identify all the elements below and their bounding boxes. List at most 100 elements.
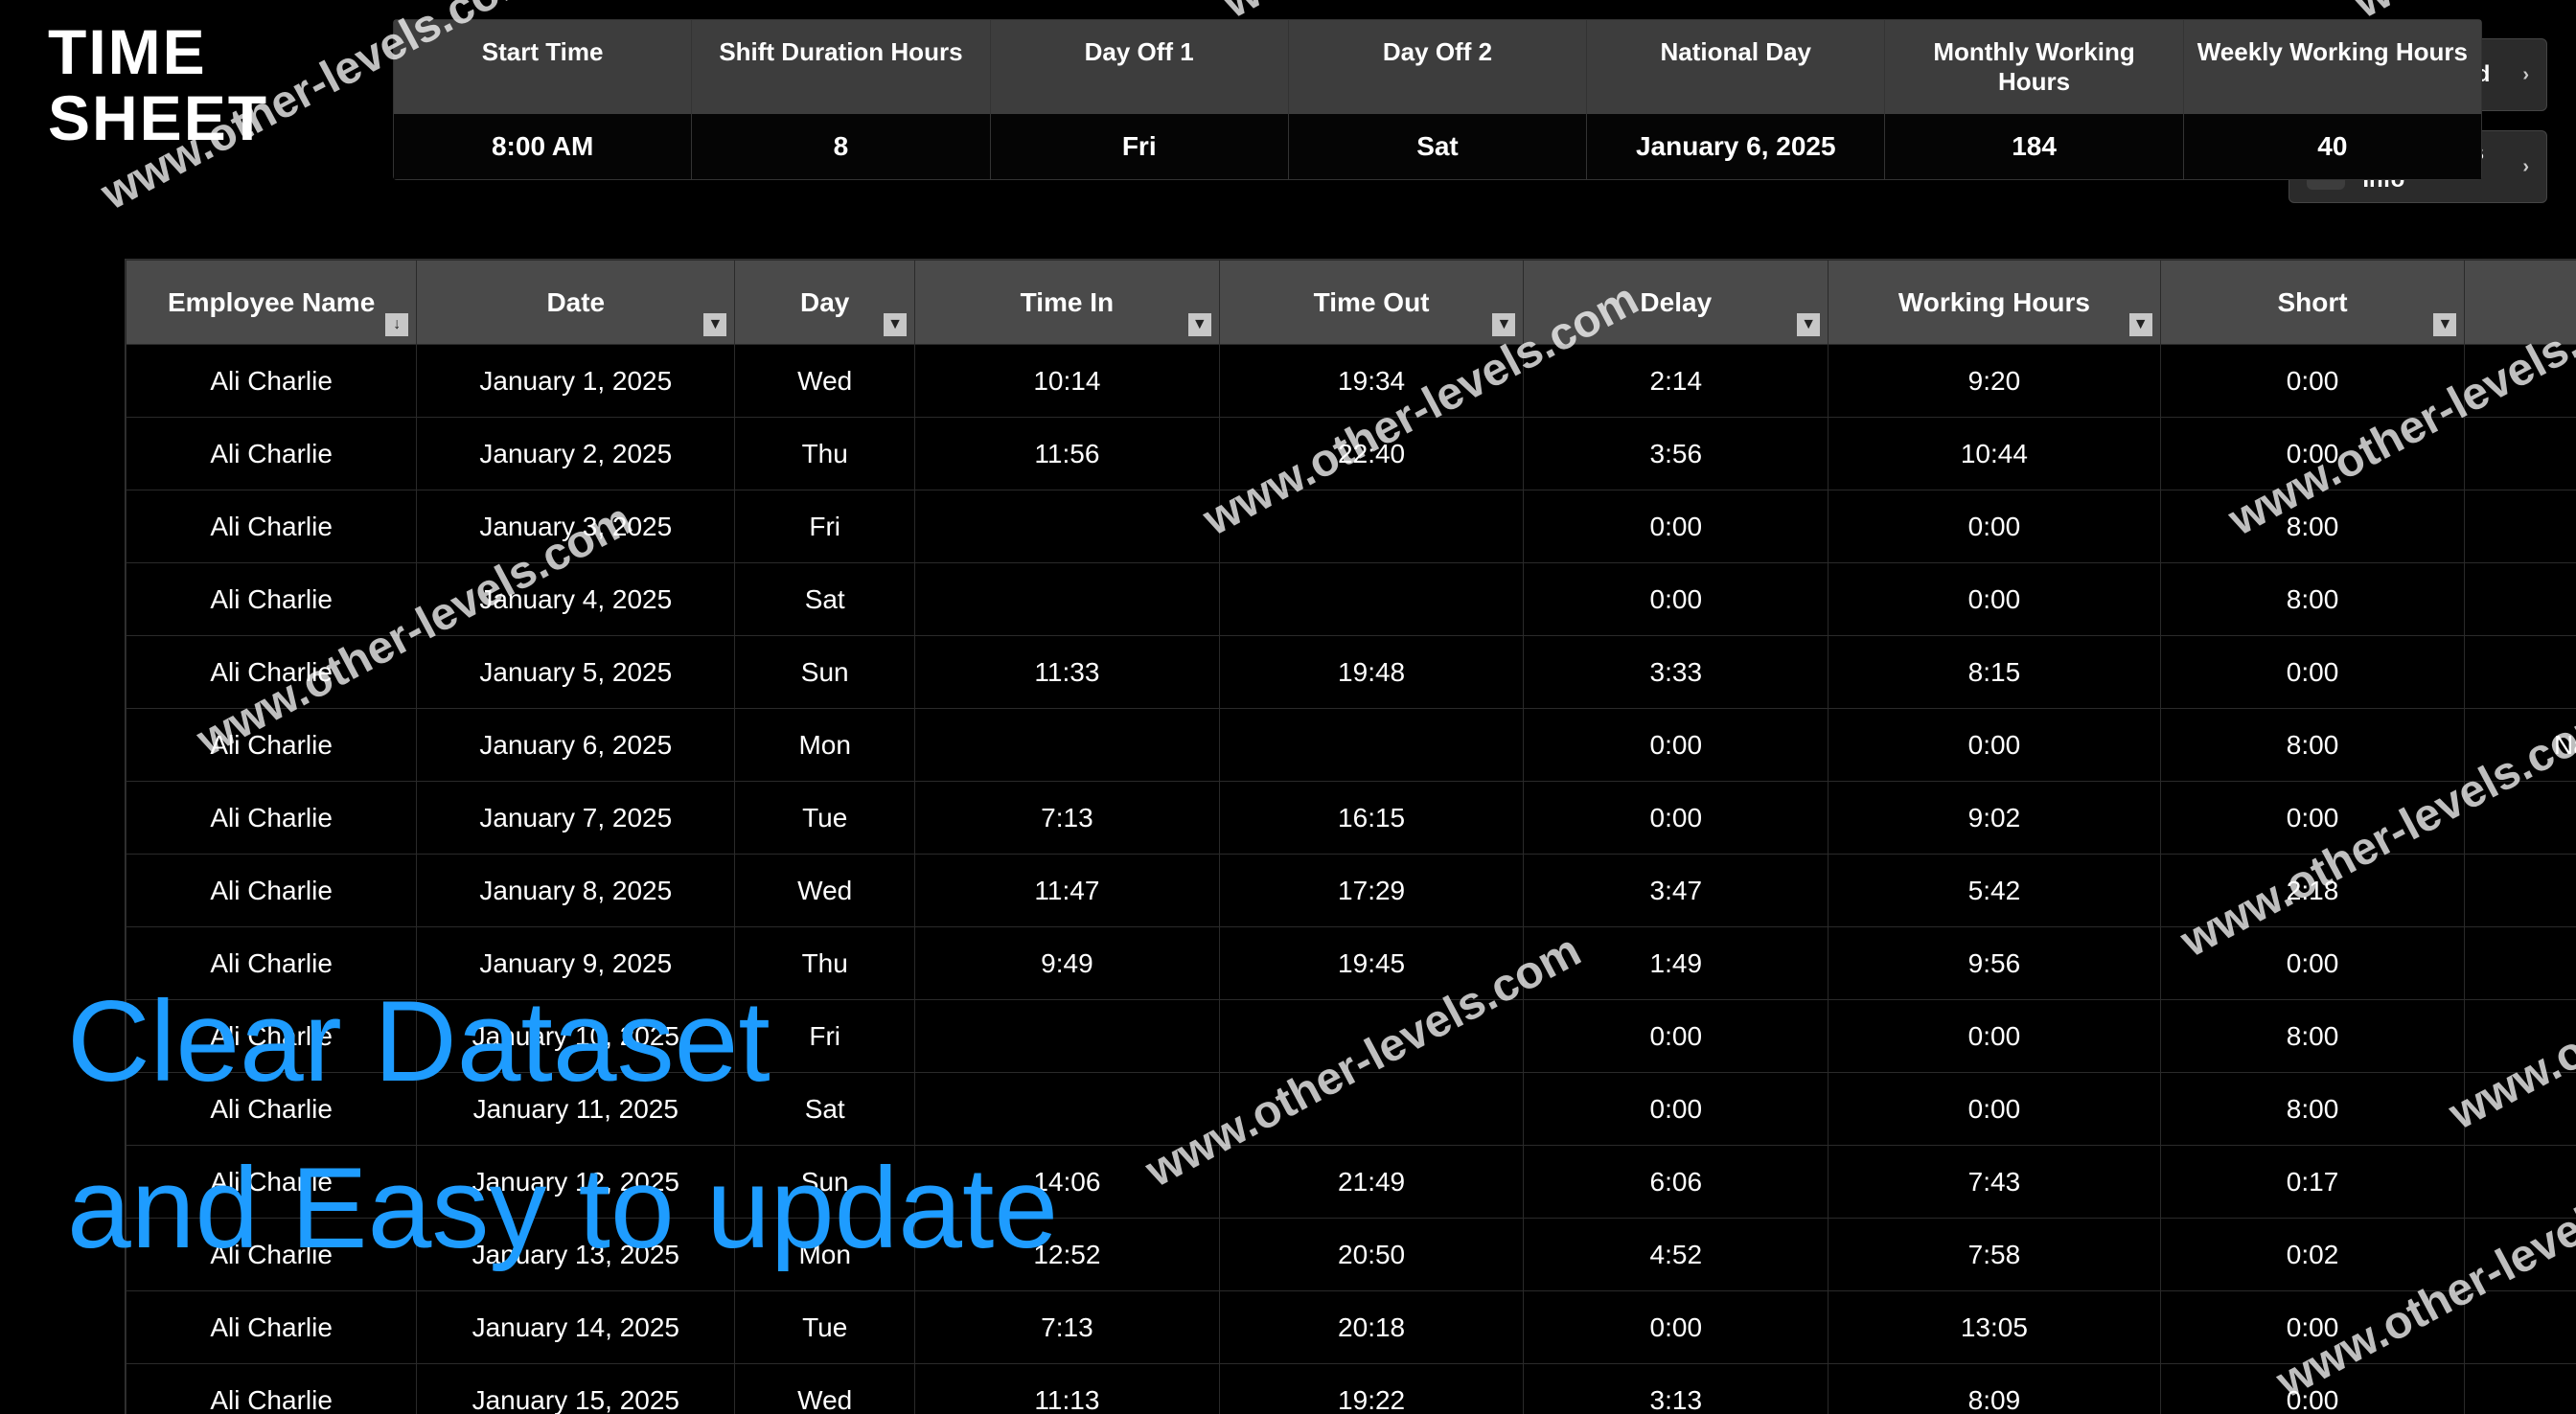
table-cell: January 9, 2025: [417, 927, 735, 1000]
column-header[interactable]: Day▼: [735, 261, 915, 345]
table-cell: 0:00: [1524, 709, 1828, 782]
chevron-right-icon: ›: [2522, 156, 2529, 178]
table-cell: January 3, 2025: [417, 490, 735, 563]
column-header[interactable]: Note▼: [2465, 261, 2576, 345]
table-cell: Sat: [735, 1073, 915, 1146]
table-cell: [1219, 1073, 1524, 1146]
title-line1: TIME: [48, 16, 207, 87]
filter-icon[interactable]: ▼: [1797, 313, 1820, 336]
table-row: Ali CharlieJanuary 2, 2025Thu11:5622:403…: [126, 418, 2576, 490]
table-cell: January 2, 2025: [417, 418, 735, 490]
table-cell: Ali Charlie: [126, 782, 417, 855]
table-row: Ali CharlieJanuary 1, 2025Wed10:1419:342…: [126, 345, 2576, 418]
summary-header: Start Time: [394, 20, 692, 114]
table-cell: Ali Charlie: [126, 709, 417, 782]
table-cell: 19:22: [1219, 1364, 1524, 1414]
table-cell: Ali Charlie: [126, 927, 417, 1000]
table-row: Ali CharlieJanuary 12, 2025Sun14:0621:49…: [126, 1146, 2576, 1219]
table-cell: 14:06: [915, 1146, 1220, 1219]
column-header[interactable]: Time In▼: [915, 261, 1220, 345]
table-cell: 22:40: [1219, 418, 1524, 490]
filter-icon[interactable]: ▼: [884, 313, 907, 336]
column-header-label: Short: [2277, 287, 2347, 317]
table-cell: [2465, 345, 2576, 418]
table-cell: 0:00: [1828, 490, 2161, 563]
table-row: Ali CharlieJanuary 7, 2025Tue7:1316:150:…: [126, 782, 2576, 855]
table-cell: January 15, 2025: [417, 1364, 735, 1414]
table-cell: Ali Charlie: [126, 1219, 417, 1291]
column-header-label: Employee Name: [168, 287, 375, 317]
column-header[interactable]: Working Hours ▼: [1828, 261, 2161, 345]
table-cell: 0:00: [1524, 563, 1828, 636]
table-cell: [915, 1000, 1220, 1073]
table-cell: 8:00: [2160, 1000, 2465, 1073]
table-cell: 7:58: [1828, 1219, 2161, 1291]
summary-value: Fri: [991, 114, 1289, 179]
table-cell: Day Off: [2465, 563, 2576, 636]
table-cell: January 10, 2025: [417, 1000, 735, 1073]
filter-icon[interactable]: ▼: [1188, 313, 1211, 336]
table-cell: [915, 490, 1220, 563]
summary-value: January 6, 2025: [1587, 114, 1885, 179]
table-cell: 8:15: [1828, 636, 2161, 709]
table-cell: 3:47: [1524, 855, 1828, 927]
table-cell: Thu: [735, 927, 915, 1000]
table-cell: 19:45: [1219, 927, 1524, 1000]
table-row: Ali CharlieJanuary 9, 2025Thu9:4919:451:…: [126, 927, 2576, 1000]
table-cell: [2465, 418, 2576, 490]
table-cell: 0:02: [2160, 1219, 2465, 1291]
table-cell: 0:00: [1828, 709, 2161, 782]
table-cell: January 5, 2025: [417, 636, 735, 709]
filter-icon[interactable]: ▼: [2433, 313, 2456, 336]
summary-header: Monthly Working Hours: [1885, 20, 2183, 114]
column-header-label: Date: [546, 287, 605, 317]
table-cell: [2465, 636, 2576, 709]
table-cell: 13:05: [1828, 1291, 2161, 1364]
table-cell: January 11, 2025: [417, 1073, 735, 1146]
table-cell: 19:34: [1219, 345, 1524, 418]
table-cell: [2465, 855, 2576, 927]
table-cell: January 6, 2025: [417, 709, 735, 782]
table-cell: 0:00: [1524, 782, 1828, 855]
table-cell: 7:43: [1828, 1146, 2161, 1219]
column-header[interactable]: Time Out▼: [1219, 261, 1524, 345]
column-header[interactable]: Employee Name ↓: [126, 261, 417, 345]
table-cell: Wed: [735, 855, 915, 927]
table-cell: 7:13: [915, 782, 1220, 855]
table-cell: 9:20: [1828, 345, 2161, 418]
table-cell: 17:29: [1219, 855, 1524, 927]
table-cell: 19:48: [1219, 636, 1524, 709]
summary-header: National Day: [1587, 20, 1885, 114]
table-cell: 0:00: [1524, 1291, 1828, 1364]
table-row: Ali CharlieJanuary 5, 2025Sun11:3319:483…: [126, 636, 2576, 709]
table-cell: Ali Charlie: [126, 1364, 417, 1414]
table-cell: 0:00: [1828, 563, 2161, 636]
table-cell: Day Off: [2465, 1000, 2576, 1073]
table-cell: Mon: [735, 709, 915, 782]
table-cell: Ali Charlie: [126, 345, 417, 418]
filter-icon[interactable]: ▼: [2129, 313, 2152, 336]
filter-icon[interactable]: ▼: [703, 313, 726, 336]
table-cell: 8:00: [2160, 709, 2465, 782]
table-cell: 21:49: [1219, 1146, 1524, 1219]
table-cell: Tue: [735, 782, 915, 855]
table-cell: National Day: [2465, 709, 2576, 782]
table-cell: Day Off: [2465, 1073, 2576, 1146]
column-header-label: Working Hours: [1898, 287, 2090, 317]
column-header[interactable]: Delay ▼: [1524, 261, 1828, 345]
table-cell: January 7, 2025: [417, 782, 735, 855]
filter-icon[interactable]: ▼: [1492, 313, 1515, 336]
sort-icon[interactable]: ↓: [385, 313, 408, 336]
summary-header: Weekly Working Hours: [2184, 20, 2481, 114]
table-cell: [915, 563, 1220, 636]
table-cell: [1219, 490, 1524, 563]
table-row: Ali CharlieJanuary 11, 2025Sat0:000:008:…: [126, 1073, 2576, 1146]
table-cell: Fri: [735, 490, 915, 563]
column-header[interactable]: Date ▼: [417, 261, 735, 345]
table-row: Ali CharlieJanuary 3, 2025Fri0:000:008:0…: [126, 490, 2576, 563]
table-cell: Fri: [735, 1000, 915, 1073]
table-cell: 6:06: [1524, 1146, 1828, 1219]
column-header-label: Delay: [1640, 287, 1712, 317]
table-cell: 0:00: [1524, 490, 1828, 563]
column-header[interactable]: Short ▼: [2160, 261, 2465, 345]
